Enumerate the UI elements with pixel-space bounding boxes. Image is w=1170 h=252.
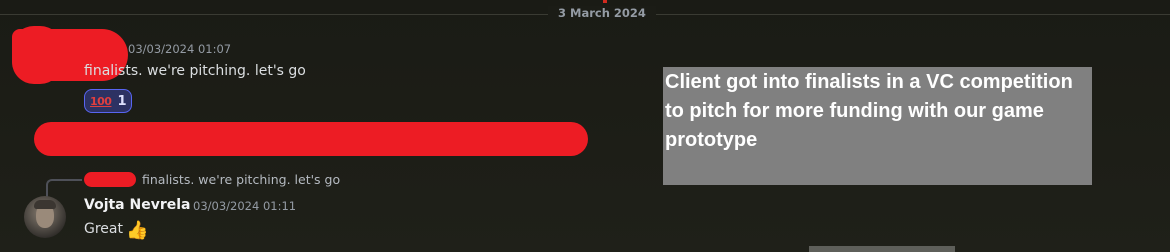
message-text: finalists. we're pitching. let's go	[84, 63, 306, 79]
redacted-message	[34, 122, 588, 156]
username[interactable]: Vojta Nevrela	[84, 197, 190, 213]
reaction-100[interactable]: 100 1	[84, 89, 132, 113]
thumbs-up-icon: 👍	[125, 220, 149, 241]
avatar-hair	[34, 200, 56, 209]
hundred-points-icon: 100	[90, 94, 112, 108]
partial-gray-box	[809, 246, 955, 252]
message-text-container: Great 👍	[84, 220, 148, 241]
date-divider-label: 3 March 2024	[548, 6, 656, 20]
avatar[interactable]	[24, 196, 66, 238]
unread-marker	[603, 0, 607, 3]
reply-preview-text[interactable]: finalists. we're pitching. let's go	[142, 172, 340, 187]
reply-connector	[46, 179, 82, 197]
message-timestamp: 03/03/2024 01:07	[128, 42, 232, 56]
message-text: Great	[84, 221, 123, 237]
message-timestamp: 03/03/2024 01:11	[193, 199, 297, 213]
redacted-avatar	[12, 26, 62, 84]
overlay-caption: Client got into finalists in a VC compet…	[663, 67, 1092, 185]
redacted-reply-author[interactable]	[84, 172, 136, 187]
reaction-count: 1	[117, 93, 127, 109]
